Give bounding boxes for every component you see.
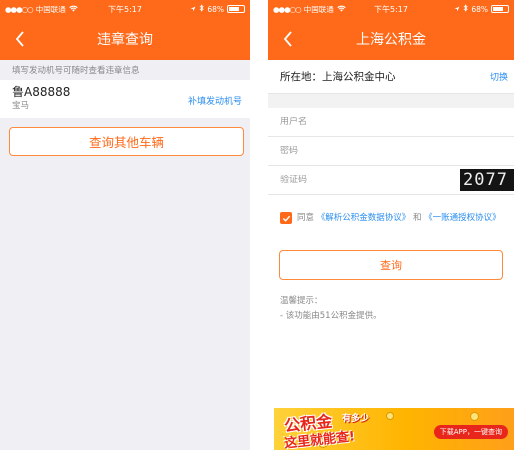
- section-gap: [268, 94, 514, 108]
- engine-hint: 填写发动机号可随时查看违章信息: [12, 66, 140, 76]
- wifi-icon: [337, 5, 346, 14]
- location-arrow-icon: [190, 5, 196, 14]
- page-title: 违章查询: [97, 32, 153, 48]
- download-app-button[interactable]: 下载APP，一键查询: [433, 425, 508, 439]
- coin-icon: [470, 412, 479, 421]
- query-button[interactable]: 查询: [279, 250, 503, 280]
- query-other-vehicle-button[interactable]: 查询其他车辆: [9, 127, 244, 156]
- housing-fund-screen: ●●●○○ 中国联通 下午5:17 68% 上海公积金 所在地：上海公积金中心 …: [268, 0, 514, 450]
- agree-prefix: 同意: [297, 213, 315, 223]
- add-engine-link[interactable]: 补填发动机号: [188, 94, 242, 107]
- captcha-image[interactable]: 2077: [460, 169, 514, 191]
- tips-title: 温馨提示：: [280, 296, 323, 306]
- violation-query-screen: ●●●○○ 中国联通 下午5:17 68% 违章查询 填写发动机号可随时查看违章…: [0, 0, 250, 450]
- status-bar: ●●●○○ 中国联通 下午5:17 68%: [0, 0, 250, 18]
- tips: 温馨提示： - 该功能由51公积金提供。: [268, 294, 514, 324]
- back-button[interactable]: [276, 27, 300, 51]
- signal-icon: ●●●○○: [273, 4, 302, 14]
- wifi-icon: [69, 5, 78, 14]
- car-item[interactable]: 鲁A88888 宝马 补填发动机号: [0, 80, 250, 118]
- status-time: 下午5:17: [374, 4, 408, 14]
- battery-icon: [491, 5, 510, 13]
- location-row: 所在地：上海公积金中心 切换: [268, 60, 514, 94]
- status-time: 下午5:17: [108, 4, 142, 14]
- chevron-left-icon: [283, 31, 292, 47]
- back-button[interactable]: [8, 27, 32, 51]
- bluetooth-icon: [463, 4, 469, 14]
- chevron-left-icon: [15, 31, 24, 47]
- password-field[interactable]: [268, 137, 514, 166]
- status-bar: ●●●○○ 中国联通 下午5:17 68%: [268, 0, 514, 18]
- battery-percent: 68%: [207, 4, 224, 14]
- nav-bar: ●●●○○ 中国联通 下午5:17 68%: [0, 0, 250, 60]
- agree-checkbox[interactable]: [280, 212, 292, 224]
- check-icon: [282, 215, 290, 222]
- carrier-label: 中国联通: [303, 4, 334, 14]
- agreement-text: 同意 《解析公积金数据协议》 和 《一账通授权协议》: [297, 211, 501, 225]
- authorization-protocol-link[interactable]: 《一账通授权协议》: [424, 213, 501, 223]
- page-title: 上海公积金: [356, 32, 426, 48]
- captcha-input[interactable]: [280, 175, 430, 185]
- battery-percent: 68%: [471, 4, 489, 14]
- nav-bar: ●●●○○ 中国联通 下午5:17 68%: [268, 0, 514, 60]
- data-protocol-link[interactable]: 《解析公积金数据协议》: [317, 213, 411, 223]
- agree-and: 和: [412, 213, 422, 223]
- signal-icon: ●●●○○: [5, 4, 34, 14]
- tips-line: - 该功能由51公积金提供。: [280, 311, 382, 321]
- captcha-field[interactable]: 2077: [268, 166, 514, 195]
- agreement-row: 同意 《解析公积金数据协议》 和 《一账通授权协议》: [268, 211, 514, 225]
- switch-location-link[interactable]: 切换: [490, 70, 508, 83]
- carrier-label: 中国联通: [35, 4, 66, 14]
- username-field[interactable]: [268, 108, 514, 137]
- username-input[interactable]: [280, 117, 430, 127]
- password-input[interactable]: [280, 146, 430, 156]
- battery-icon: [227, 5, 245, 13]
- location-arrow-icon: [454, 5, 460, 14]
- location-label: 所在地：上海公积金中心: [280, 71, 396, 83]
- coin-icon: [386, 412, 394, 420]
- promo-banner[interactable]: 公积金 有多少 这里就能查! 下载APP，一键查询: [274, 408, 514, 450]
- bluetooth-icon: [199, 4, 204, 14]
- banner-ask: 有多少: [342, 414, 370, 424]
